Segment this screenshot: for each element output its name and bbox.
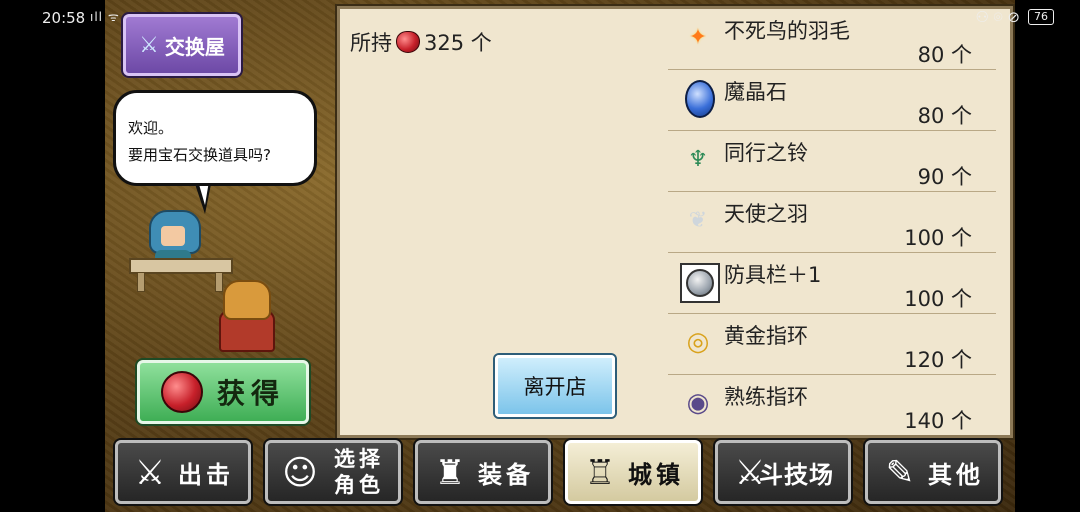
sword-shield-icon: ⚔ — [134, 453, 166, 493]
nav-sortie[interactable]: ⚔ 出击 — [115, 440, 251, 504]
item-name: 熟练指环 — [724, 385, 808, 409]
get-gems-button[interactable]: 获得 — [137, 360, 309, 424]
gem-icon — [160, 371, 203, 413]
nav-label: 出击 — [178, 460, 234, 489]
item-row-gold-ring[interactable]: ◎ 黄金指环 120 个 — [668, 314, 996, 375]
screen-edge — [1015, 0, 1080, 512]
bell-icon: ♆ — [688, 146, 708, 172]
item-cost: 90 个 — [917, 165, 972, 189]
bottom-nav: ⚔ 出击 ☺ 选择 角色 ♜ 装备 ♖ 城镇 ⚔ 斗技场 ✎ 其他 — [115, 440, 1005, 506]
nav-other[interactable]: ✎ 其他 — [865, 440, 1001, 504]
game-screen: ⚔ 交换屋 欢迎。 要用宝石交换道具吗? 获得 所持 325 个 离开店 ✦ 不… — [105, 0, 1015, 512]
item-cost: 120 个 — [904, 348, 972, 372]
item-name: 魔晶石 — [724, 80, 787, 104]
item-cost: 80 个 — [917, 104, 972, 128]
nav-label-line-2: 角色 — [334, 473, 384, 497]
speech-bubble: 欢迎。 要用宝石交换道具吗? — [113, 90, 317, 186]
castle-icon: ♖ — [584, 453, 616, 493]
item-name: 防具栏＋1 — [724, 263, 822, 287]
gold-ring-icon: ◎ — [686, 327, 710, 357]
skill-ring-icon: ◉ — [686, 388, 710, 418]
leave-shop-button[interactable]: 离开店 — [495, 355, 615, 417]
item-name: 黄金指环 — [724, 324, 808, 348]
crossed-swords-icon: ⚔ — [139, 32, 159, 58]
shop-counter — [129, 258, 233, 292]
clock: 20:58 — [42, 9, 86, 27]
nav-label: 其他 — [928, 460, 984, 489]
crossed-swords-icon: ⚔ — [734, 453, 766, 493]
nav-label: 选择 角色 — [334, 446, 384, 498]
item-name: 天使之羽 — [724, 202, 808, 226]
nav-arena[interactable]: ⚔ 斗技场 — [715, 440, 851, 504]
get-gems-label: 获得 — [216, 377, 285, 410]
item-cost: 80 个 — [917, 43, 972, 67]
status-icons: ⚇ ⌾ ⊘ 76 — [975, 8, 1054, 26]
character-icon: ☺ — [282, 453, 318, 493]
item-row-armor-slot[interactable]: 防具栏＋1 100 个 — [668, 253, 996, 314]
nav-label: 装备 — [478, 460, 534, 489]
item-cost: 100 个 — [904, 226, 972, 250]
armor-slot-icon — [680, 263, 720, 303]
speech-line-1: 欢迎。 — [128, 119, 174, 137]
angel-wing-icon: ❦ — [688, 207, 708, 233]
nav-select-character[interactable]: ☺ 选择 角色 — [265, 440, 401, 504]
scroll-icon: ✎ — [885, 453, 915, 493]
item-row-magic-crystal[interactable]: 魔晶石 80 个 — [668, 70, 996, 131]
battery-icon: 76 — [1028, 9, 1054, 25]
item-cost: 140 个 — [904, 409, 972, 433]
magic-crystal-icon — [685, 80, 715, 118]
nav-equipment[interactable]: ♜ 装备 — [415, 440, 551, 504]
item-row-skill-ring[interactable]: ◉ 熟练指环 140 个 — [668, 375, 996, 435]
armor-icon: ♜ — [434, 453, 466, 493]
player-sprite — [219, 280, 275, 352]
item-list[interactable]: ✦ 不死鸟的羽毛 80 个 魔晶石 80 个 ♆ 同行之铃 90 个 ❦ 天使之… — [668, 9, 996, 435]
system-icons: ⚇ ⌾ ⊘ — [975, 8, 1020, 26]
item-name: 同行之铃 — [724, 141, 808, 165]
nav-label: 城镇 — [628, 460, 684, 489]
item-cost: 100 个 — [904, 287, 972, 311]
status-bar: 20:58 ıll ᯤ ⚇ ⌾ ⊘ 76 — [0, 0, 1080, 36]
signal-icon: ıll ᯤ — [90, 10, 120, 24]
item-row-companion-bell[interactable]: ♆ 同行之铃 90 个 — [668, 131, 996, 192]
nav-town[interactable]: ♖ 城镇 — [565, 440, 701, 504]
exchange-panel: 所持 325 个 离开店 ✦ 不死鸟的羽毛 80 个 魔晶石 80 个 ♆ 同行… — [337, 6, 1013, 438]
leave-shop-label: 离开店 — [523, 375, 587, 399]
nav-label-line-1: 选择 — [334, 447, 384, 471]
speech-line-2: 要用宝石交换道具吗? — [128, 146, 271, 164]
item-row-angel-feather[interactable]: ❦ 天使之羽 100 个 — [668, 192, 996, 253]
